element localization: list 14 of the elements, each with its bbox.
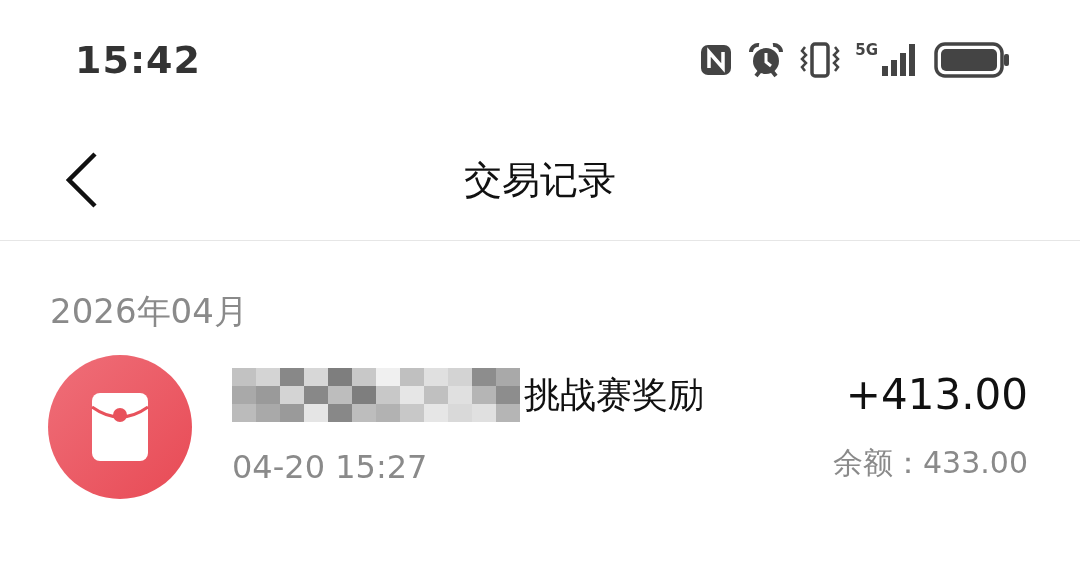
balance-text: 余额：433.00: [833, 444, 1028, 482]
network-type: 5G: [855, 42, 878, 58]
status-time: 15:42: [75, 38, 201, 82]
nfc-icon: [699, 43, 734, 77]
transaction-time: 04-20 15:27: [232, 448, 429, 486]
back-icon: [66, 152, 98, 208]
transaction-title: 挑战赛奖励: [524, 372, 704, 417]
page-title: 交易记录: [464, 156, 616, 204]
vibrate-icon: [799, 41, 842, 79]
transaction-amount: +413.00: [845, 370, 1028, 419]
envelope-icon: [90, 391, 150, 463]
month-heading: 2026年04月: [49, 290, 249, 333]
battery-icon: [934, 42, 1010, 78]
alarm-icon: [747, 42, 786, 78]
